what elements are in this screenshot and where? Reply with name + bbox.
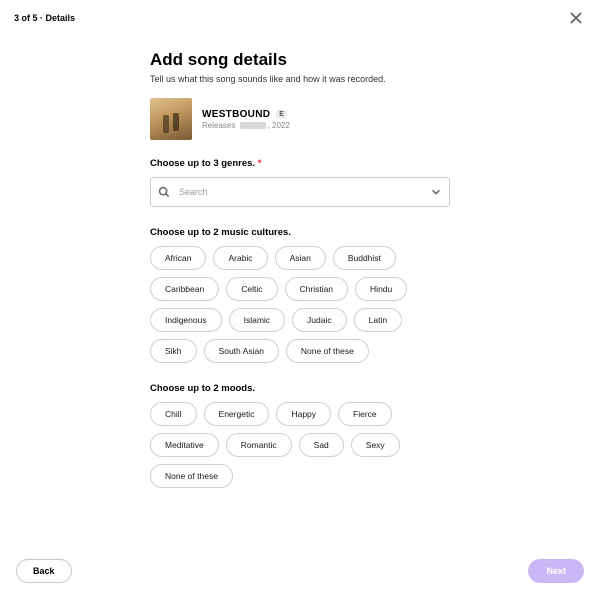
culture-chip[interactable]: None of these [286, 339, 369, 363]
genre-search[interactable] [150, 177, 450, 207]
mood-chip[interactable]: Sexy [351, 433, 400, 457]
genre-search-input[interactable] [150, 177, 450, 207]
back-button[interactable]: Back [16, 559, 72, 583]
mood-chip[interactable]: Happy [276, 402, 331, 426]
culture-chip[interactable]: Sikh [150, 339, 197, 363]
mood-chip[interactable]: Meditative [150, 433, 219, 457]
chevron-down-icon [430, 186, 442, 198]
cultures-label: Choose up to 2 music cultures. [150, 227, 450, 238]
mood-chip[interactable]: Energetic [204, 402, 270, 426]
explicit-badge: E [276, 110, 287, 119]
culture-chip[interactable]: Latin [354, 308, 402, 332]
mood-chip[interactable]: Fierce [338, 402, 392, 426]
mood-chip[interactable]: Chill [150, 402, 197, 426]
culture-chip[interactable]: African [150, 246, 206, 270]
culture-chip[interactable]: Hindu [355, 277, 407, 301]
page-title: Add song details [150, 50, 450, 70]
song-summary: WESTBOUND E Releases , 2022 [150, 98, 450, 140]
main-content: Add song details Tell us what this song … [0, 28, 600, 568]
culture-chip[interactable]: Judaic [292, 308, 347, 332]
release-suffix: , 2022 [268, 121, 290, 130]
culture-chip[interactable]: Celtic [226, 277, 277, 301]
mood-chip[interactable]: Sad [299, 433, 344, 457]
step-label: 3 of 5 · Details [14, 13, 75, 23]
culture-chip[interactable]: Islamic [229, 308, 285, 332]
mood-chip-group: Chill EnergeticHappy Fierce Meditative Roman… [150, 402, 450, 488]
culture-chip[interactable]: South Asian [204, 339, 279, 363]
culture-chip[interactable]: Asian [275, 246, 326, 270]
culture-chip[interactable]: Arabic [213, 246, 267, 270]
culture-chip[interactable]: Caribbean [150, 277, 219, 301]
search-icon [158, 186, 170, 198]
genres-label: Choose up to 3 genres. * [150, 158, 450, 169]
culture-chip[interactable]: Buddhist [333, 246, 396, 270]
release-line: Releases , 2022 [202, 121, 290, 130]
culture-chip[interactable]: Indigenous [150, 308, 222, 332]
moods-label: Choose up to 2 moods. [150, 383, 450, 394]
page-subtitle: Tell us what this song sounds like and h… [150, 74, 450, 84]
album-art [150, 98, 192, 140]
culture-chip[interactable]: Christian [285, 277, 349, 301]
mood-chip[interactable]: Romantic [226, 433, 292, 457]
culture-chip-group: African Arabic Asian Buddhist Caribbean Celti… [150, 246, 450, 363]
next-button[interactable]: Next [528, 559, 584, 583]
song-title: WESTBOUND [202, 109, 270, 120]
close-button[interactable] [566, 8, 586, 28]
release-prefix: Releases [202, 121, 235, 130]
mood-chip[interactable]: None of these [150, 464, 233, 488]
release-date-redacted [240, 122, 266, 129]
close-icon [569, 11, 583, 25]
